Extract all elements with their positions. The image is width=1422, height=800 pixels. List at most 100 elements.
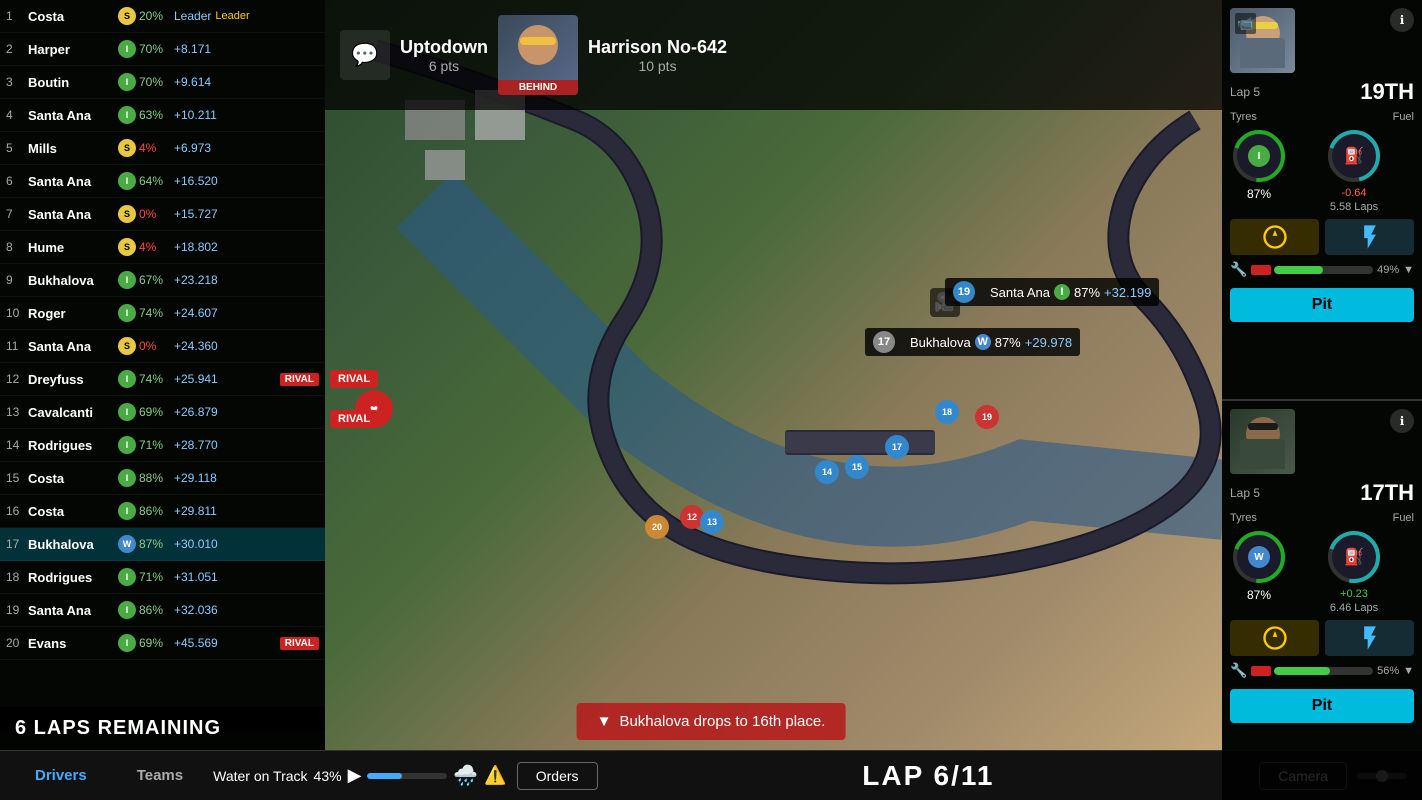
standings-panel: 1 Costa S 20% Leader Leader 2 Harper I 7… [0,0,325,730]
video-icon-1[interactable]: 📹 [1235,13,1256,34]
driver2-fuel-delta: +0.23 [1340,588,1368,600]
driver1-tyres-label: Tyres [1230,111,1257,123]
driver2-boost-btn[interactable] [1325,620,1414,656]
driver1-position: 19TH [1360,79,1414,105]
driver1-boost-btn[interactable] [1325,219,1414,255]
driver2-info-btn[interactable]: ℹ [1390,409,1414,433]
standing-row-15: 15 Costa I 88% +29.118 [0,462,325,495]
driver1-stats-row: Tyres Fuel [1230,111,1414,123]
bottom-bar: Drivers Teams Water on Track 43% ▶ 🌧️ ⚠️… [0,750,1422,800]
driver2-repair-icon: 🔧 [1230,662,1247,679]
car-dot-15: 15 [845,455,869,479]
driver2-card: ℹ Lap 5 17TH Tyres Fuel W 87% [1222,401,1422,800]
map-area[interactable]: 14 15 17 18 19 12 13 20 ♥ RIVAL RIVAL 🎥 … [325,0,1222,750]
chat-button[interactable]: 💬 [340,30,390,80]
driver2-repair-pct: 56% [1377,665,1399,677]
notification-text: Bukhalova drops to 16th place. [619,713,825,730]
uptodown-info: Uptodown 6 pts [400,37,488,74]
driver2-header: ℹ [1230,409,1414,474]
driver2-action-row [1230,620,1414,656]
rain-icon: 🌧️ [453,763,478,788]
car-dot-17: 17 [885,435,909,459]
top-bar: 💬 Uptodown 6 pts BEHIND Harrison No-642 … [325,0,1222,110]
standing-row-1: 1 Costa S 20% Leader Leader [0,0,325,33]
notification-icon: ▼ [597,713,612,730]
driver2-pit-button[interactable]: Pit [1230,689,1414,723]
map-rival-badge-1: RIVAL [330,370,378,388]
water-arrow[interactable]: ▶ [348,765,362,786]
driver2-repair-arrow[interactable]: ▼ [1403,665,1414,677]
driver1-card: 📹 ℹ Lap 5 19TH Tyres Fuel I 87% [1222,0,1422,401]
harrison-name: Harrison No-642 [588,37,727,58]
driver2-avatar [1230,409,1295,474]
car-dot-18: 18 [935,400,959,424]
driver2-gauge-row: W 87% ⛽ +0.23 6.46 Laps [1230,528,1414,614]
standing-row-12: 12 Dreyfuss I 74% +25.941 RIVAL [0,363,325,396]
driver1-speed-btn[interactable] [1230,219,1319,255]
driver1-repair-bar-container [1274,266,1373,274]
driver1-lap-pos: Lap 5 19TH [1230,79,1414,105]
driver2-lap-pos: Lap 5 17TH [1230,480,1414,506]
driver1-header: 📹 ℹ [1230,8,1414,73]
standing-row-4: 4 Santa Ana I 63% +10.211 [0,99,325,132]
standing-row-3: 3 Boutin I 70% +9.614 [0,66,325,99]
driver1-tyre-pct: 87% [1247,187,1271,201]
standing-row-16: 16 Costa I 86% +29.811 [0,495,325,528]
lap-display: LAP 6/11 [862,760,994,792]
driver1-fuel-gauge: ⛽ [1325,127,1383,185]
driver2-fuel-gauge: ⛽ [1325,528,1383,586]
laps-remaining-text: 6 LAPS REMAINING [15,717,221,739]
water-indicator: Water on Track 43% ▶ 🌧️ ⚠️ [213,763,507,788]
harrison-pts: 10 pts [588,58,727,74]
water-fill [367,773,401,779]
standing-row-9: 9 Bukhalova I 67% +23.218 [0,264,325,297]
driver1-repair-arrow[interactable]: ▼ [1403,264,1414,276]
tab-teams[interactable]: Teams [117,761,203,790]
right-panel: 📹 ℹ Lap 5 19TH Tyres Fuel I 87% [1222,0,1422,800]
driver2-tyres-label: Tyres [1230,512,1257,524]
tab-drivers[interactable]: Drivers [15,761,107,790]
driver1-fuel-label: Fuel [1393,111,1414,123]
driver1-repair-bar [1274,266,1322,274]
driver2-tyre-indicator: W [1248,546,1270,568]
driver1-pit-button[interactable]: Pit [1230,288,1414,322]
driver2-lap: Lap 5 [1230,486,1260,500]
driver2-speed-btn[interactable] [1230,620,1319,656]
standing-row-17: 17 Bukhalova W 87% +30.010 [0,528,325,561]
car-dot-14: 14 [815,460,839,484]
driver1-repair-row: 🔧 49% ▼ [1230,261,1414,278]
car-dot-num: 20 [645,515,669,539]
player-avatar: BEHIND [498,15,578,95]
standing-row-5: 5 Mills S 4% +6.973 [0,132,325,165]
map-rival-badge-2: RIVAL [330,410,378,428]
driver2-fuel-icon: ⛽ [1344,547,1364,567]
driver1-repair-icon: 🔧 [1230,261,1247,278]
driver1-repair-pct: 49% [1377,264,1399,276]
map-label-19: 19 Santa Ana I 87% +32.199 [945,278,1159,306]
driver1-info-btn[interactable]: ℹ [1390,8,1414,32]
standing-row-8: 8 Hume S 4% +18.802 [0,231,325,264]
standing-row-20: 20 Evans I 69% +45.569 RIVAL [0,627,325,660]
driver1-avatar: 📹 [1230,8,1295,73]
water-label: Water on Track [213,768,307,784]
water-pct: 43% [314,768,342,784]
driver2-repair-bar-container [1274,667,1373,675]
standing-row-6: 6 Santa Ana I 64% +16.520 [0,165,325,198]
laps-banner: 6 LAPS REMAINING [0,707,325,750]
driver2-fuel-laps: 6.46 Laps [1330,602,1378,614]
driver2-repair-bar [1274,667,1329,675]
driver1-gauge-row: I 87% ⛽ -0.64 5.58 Laps [1230,127,1414,213]
notification-banner: ▼ Bukhalova drops to 16th place. [577,703,846,740]
driver2-stats-row: Tyres Fuel [1230,512,1414,524]
driver1-fuel-laps: 5.58 Laps [1330,201,1378,213]
driver1-fuel-icon: ⛽ [1344,146,1364,166]
driver1-tyre-gauge: I [1230,127,1288,185]
driver2-tyre-pct: 87% [1247,588,1271,602]
driver1-tyre-indicator: I [1248,145,1270,167]
standing-row-11: 11 Santa Ana S 0% +24.360 [0,330,325,363]
driver1-lap: Lap 5 [1230,85,1260,99]
orders-button[interactable]: Orders [517,762,598,790]
car-dot-13: 13 [700,510,724,534]
car-dot-19: 19 [975,405,999,429]
standing-row-14: 14 Rodrigues I 71% +28.770 [0,429,325,462]
